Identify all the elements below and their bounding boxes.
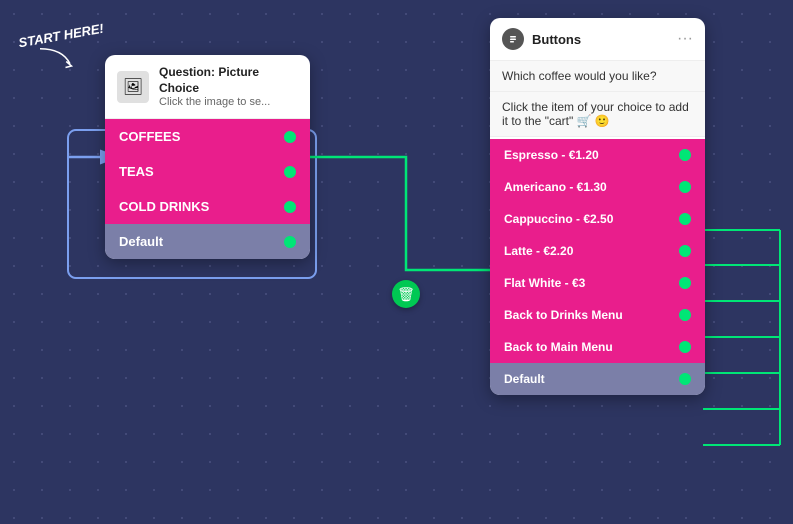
back-drinks-dot [679,309,691,321]
coffees-dot [284,131,296,143]
delete-button[interactable]: 🗑 [392,280,420,308]
question-default-dot [284,236,296,248]
cappuccino-dot [679,213,691,225]
buttons-message2: Click the item of your choice to add it … [490,92,705,137]
question-picture-icon: 🖼 [117,71,149,103]
question-button-list: COFFEES TEAS COLD DRINKS Default [105,119,310,259]
back-main-button[interactable]: Back to Main Menu [490,331,705,363]
americano-button[interactable]: Americano - €1.30 [490,171,705,203]
flat-white-button[interactable]: Flat White - €3 [490,267,705,299]
espresso-label: Espresso - €1.20 [504,148,599,162]
buttons-default-dot [679,373,691,385]
buttons-default-label: Default [504,372,545,386]
question-card: 🖼 Question: Picture Choice Click the ima… [105,55,310,259]
buttons-message1: Which coffee would you like? [490,61,705,92]
buttons-card-icon [502,28,524,50]
teas-button[interactable]: TEAS [105,154,310,189]
question-default-button[interactable]: Default [105,224,310,259]
cappuccino-label: Cappuccino - €2.50 [504,212,613,226]
coffees-button[interactable]: COFFEES [105,119,310,154]
more-options-button[interactable]: ··· [677,30,693,48]
latte-label: Latte - €2.20 [504,244,573,258]
question-header: 🖼 Question: Picture Choice Click the ima… [105,55,310,119]
teas-label: TEAS [119,164,154,179]
question-default-label: Default [119,234,163,249]
latte-dot [679,245,691,257]
buttons-card-title: Buttons [532,32,581,47]
buttons-header: Buttons ··· [490,18,705,61]
espresso-button[interactable]: Espresso - €1.20 [490,139,705,171]
espresso-dot [679,149,691,161]
back-main-label: Back to Main Menu [504,340,613,354]
cold-drinks-dot [284,201,296,213]
buttons-default-button[interactable]: Default [490,363,705,395]
cold-drinks-label: COLD DRINKS [119,199,209,214]
americano-dot [679,181,691,193]
flat-white-label: Flat White - €3 [504,276,585,290]
buttons-card: Buttons ··· Which coffee would you like?… [490,18,705,395]
cold-drinks-button[interactable]: COLD DRINKS [105,189,310,224]
americano-label: Americano - €1.30 [504,180,607,194]
buttons-header-left: Buttons [502,28,581,50]
question-title: Question: Picture Choice [159,65,298,96]
cappuccino-button[interactable]: Cappuccino - €2.50 [490,203,705,235]
question-subtitle: Click the image to se... [159,96,298,108]
coffees-label: COFFEES [119,129,180,144]
back-main-dot [679,341,691,353]
buttons-list: Espresso - €1.20 Americano - €1.30 Cappu… [490,139,705,395]
back-drinks-button[interactable]: Back to Drinks Menu [490,299,705,331]
flat-white-dot [679,277,691,289]
teas-dot [284,166,296,178]
latte-button[interactable]: Latte - €2.20 [490,235,705,267]
back-drinks-label: Back to Drinks Menu [504,308,623,322]
